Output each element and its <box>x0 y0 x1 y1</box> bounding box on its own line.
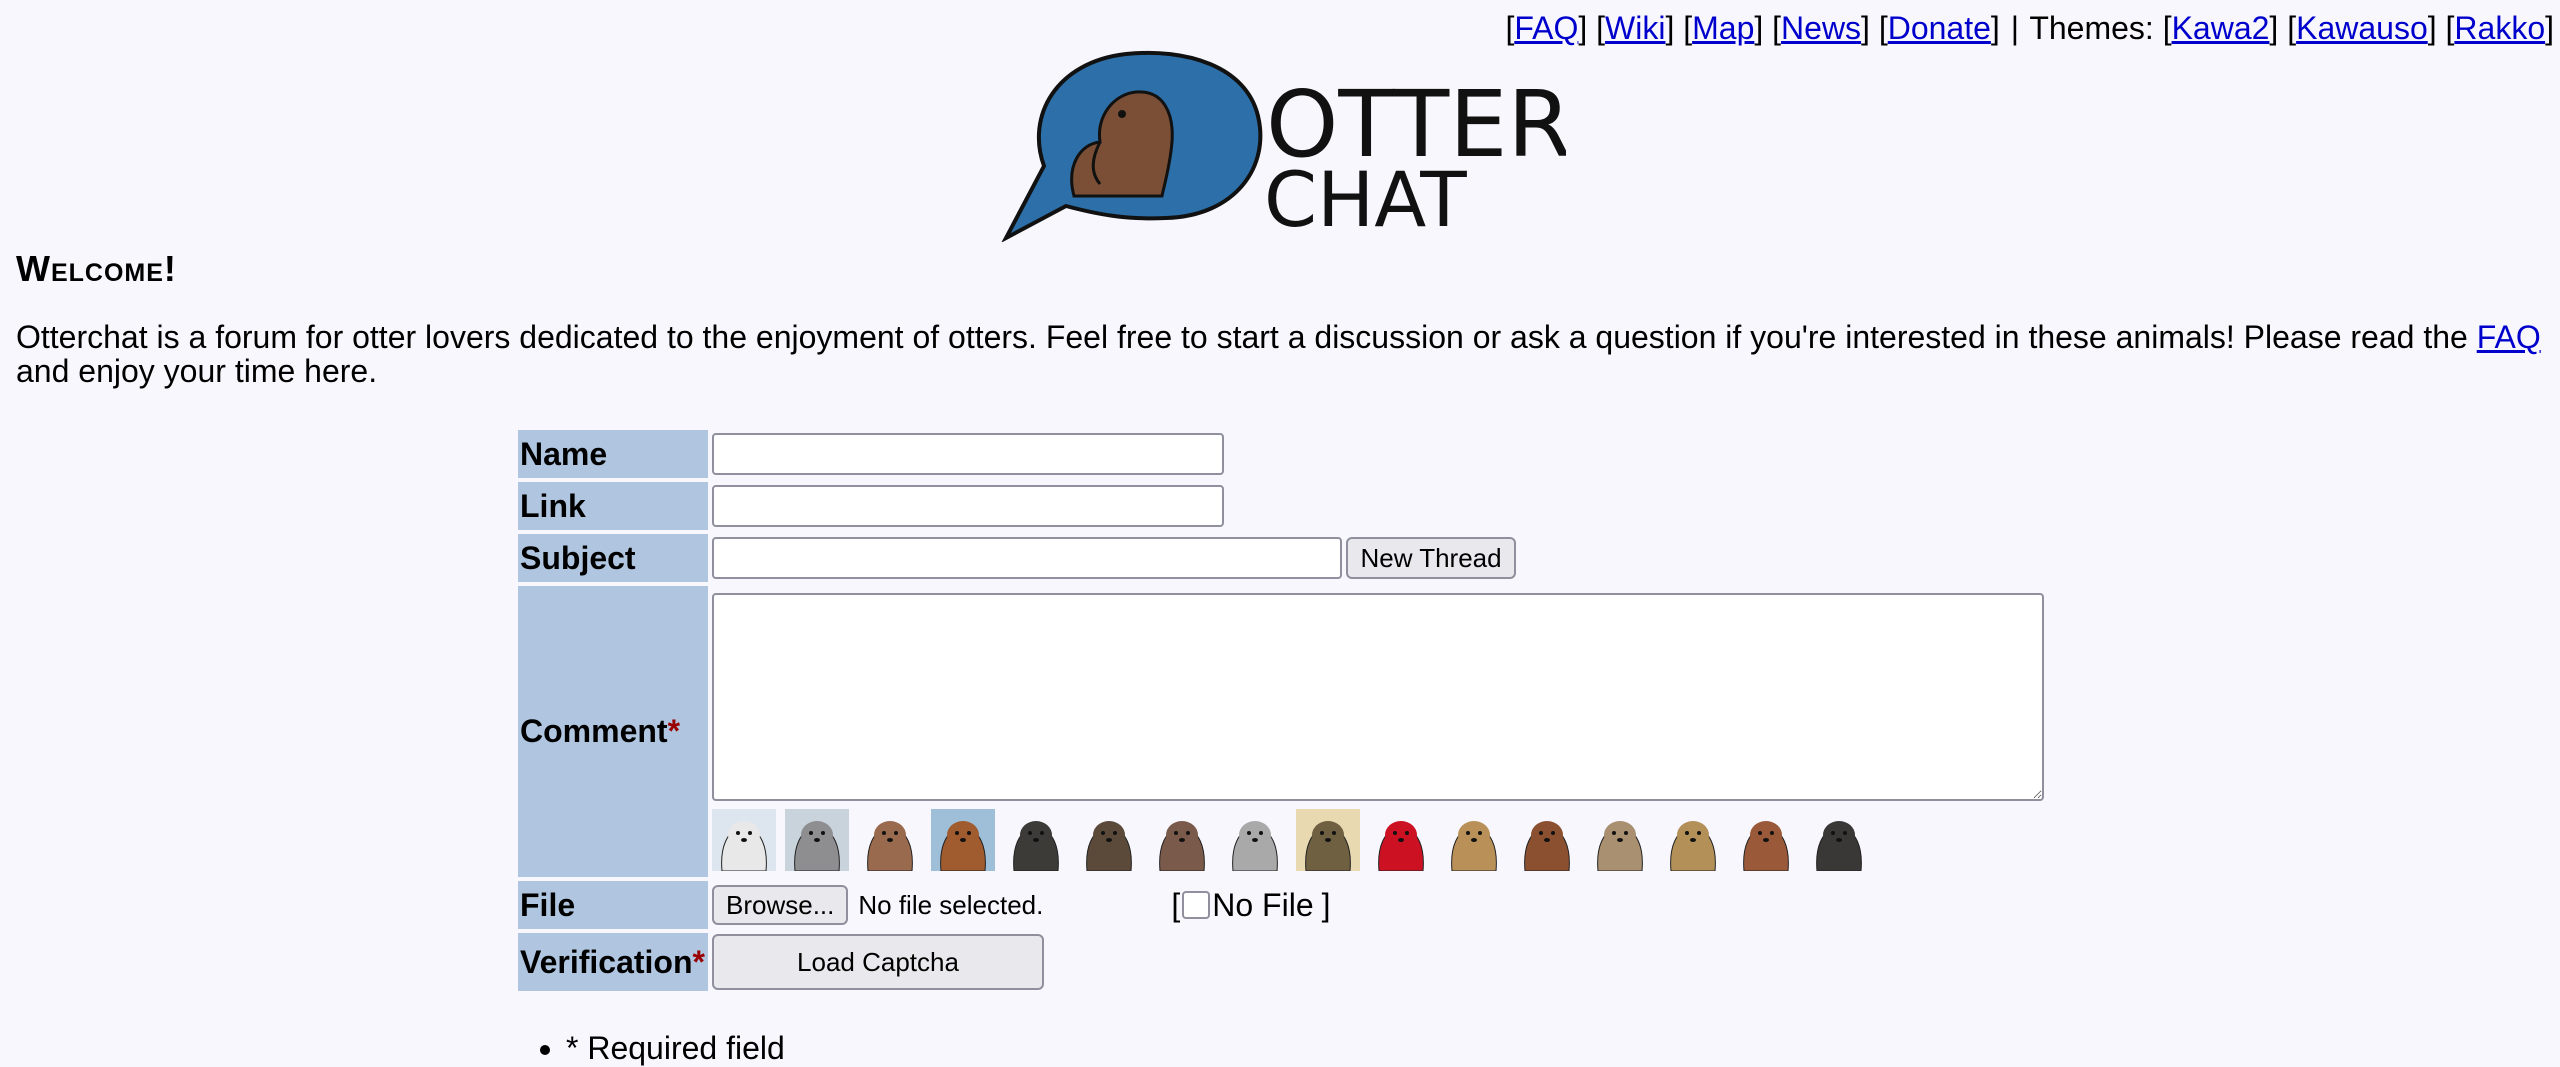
no-file-label: No File <box>1212 886 1314 923</box>
browse-button[interactable]: Browse... <box>712 885 849 925</box>
comment-textarea[interactable] <box>712 592 2044 801</box>
required-marker: * <box>692 943 705 980</box>
name-row: Name <box>518 430 2044 478</box>
no-file-option: [ No File ] <box>1171 886 1331 923</box>
subject-input[interactable] <box>712 537 1342 579</box>
otter-cartoon-emote[interactable] <box>1442 808 1506 871</box>
otter-yellow-emote[interactable] <box>1661 808 1725 871</box>
logo-line-2: CHAT <box>1264 155 1467 242</box>
link-row: Link <box>518 482 2044 530</box>
required-field-note: * Required field <box>566 1030 785 1067</box>
form-notes: * Required field <box>566 1030 785 1067</box>
nav-link-donate[interactable]: Donate <box>1888 10 1991 46</box>
otter-pyramid-emote[interactable] <box>1588 808 1652 871</box>
link-input[interactable] <box>712 485 1224 527</box>
themes-label: Themes: <box>2029 10 2154 46</box>
otter-sketch-emote[interactable] <box>1077 808 1141 871</box>
welcome-faq-link[interactable]: FAQ <box>2477 319 2541 355</box>
otter-hood-emote[interactable] <box>785 808 849 871</box>
file-row: File Browse... No file selected. [ No Fi… <box>518 881 2044 929</box>
verification-label: Verification* <box>518 933 708 991</box>
post-form: Name Link Subject New Thread Comment* Fi… <box>514 426 2048 995</box>
otter-3d-glasses-emote[interactable] <box>712 808 776 871</box>
comment-label: Comment* <box>518 586 708 877</box>
otter-flowers-emote[interactable] <box>1296 808 1360 871</box>
theme-link-rakko[interactable]: Rakko <box>2454 10 2545 46</box>
subject-label: Subject <box>518 534 708 582</box>
otter-grey-emote[interactable] <box>1223 808 1287 871</box>
nav-link-wiki[interactable]: Wiki <box>1605 10 1665 46</box>
verification-row: Verification* Load Captcha <box>518 933 2044 991</box>
no-file-checkbox[interactable] <box>1182 891 1211 919</box>
name-label: Name <box>518 430 708 478</box>
welcome-heading: Welcome! <box>16 248 177 289</box>
top-navigation: [FAQ] [Wiki] [Map] [News] [Donate] | The… <box>1505 10 2554 46</box>
otterchat-logo[interactable]: OTTER CHAT <box>996 46 1571 244</box>
name-input[interactable] <box>712 433 1224 475</box>
otter-reddish-emote[interactable] <box>1734 808 1798 871</box>
subject-row: Subject New Thread <box>518 534 2044 582</box>
link-label: Link <box>518 482 708 530</box>
nav-link-map[interactable]: Map <box>1692 10 1754 46</box>
nav-link-news[interactable]: News <box>1781 10 1861 46</box>
otter-brown-emote[interactable] <box>1515 808 1579 871</box>
otter-smile-emote[interactable] <box>858 808 922 871</box>
nav-separator: | <box>2010 10 2019 46</box>
otter-heart-emote[interactable] <box>1369 808 1433 871</box>
new-thread-button[interactable]: New Thread <box>1346 537 1516 579</box>
file-label: File <box>518 881 708 929</box>
load-captcha-button[interactable]: Load Captcha <box>712 934 1044 990</box>
theme-link-kawa2[interactable]: Kawa2 <box>2172 10 2270 46</box>
otter-snow-standing-emote[interactable] <box>931 808 995 871</box>
otter-dark-emote[interactable] <box>1004 808 1068 871</box>
otter-drawn-emote[interactable] <box>1150 808 1214 871</box>
nav-link-faq[interactable]: FAQ <box>1514 10 1578 46</box>
file-status: No file selected. <box>858 889 1044 920</box>
logo-image: OTTER CHAT <box>1001 50 1571 244</box>
welcome-text: Otterchat is a forum for otter lovers de… <box>16 319 2541 389</box>
required-marker: * <box>667 713 681 749</box>
otter-screaming-emote[interactable] <box>1807 808 1871 871</box>
theme-link-kawauso[interactable]: Kawauso <box>2296 10 2428 46</box>
emote-bar <box>712 805 2044 871</box>
comment-row: Comment* <box>518 586 2044 877</box>
